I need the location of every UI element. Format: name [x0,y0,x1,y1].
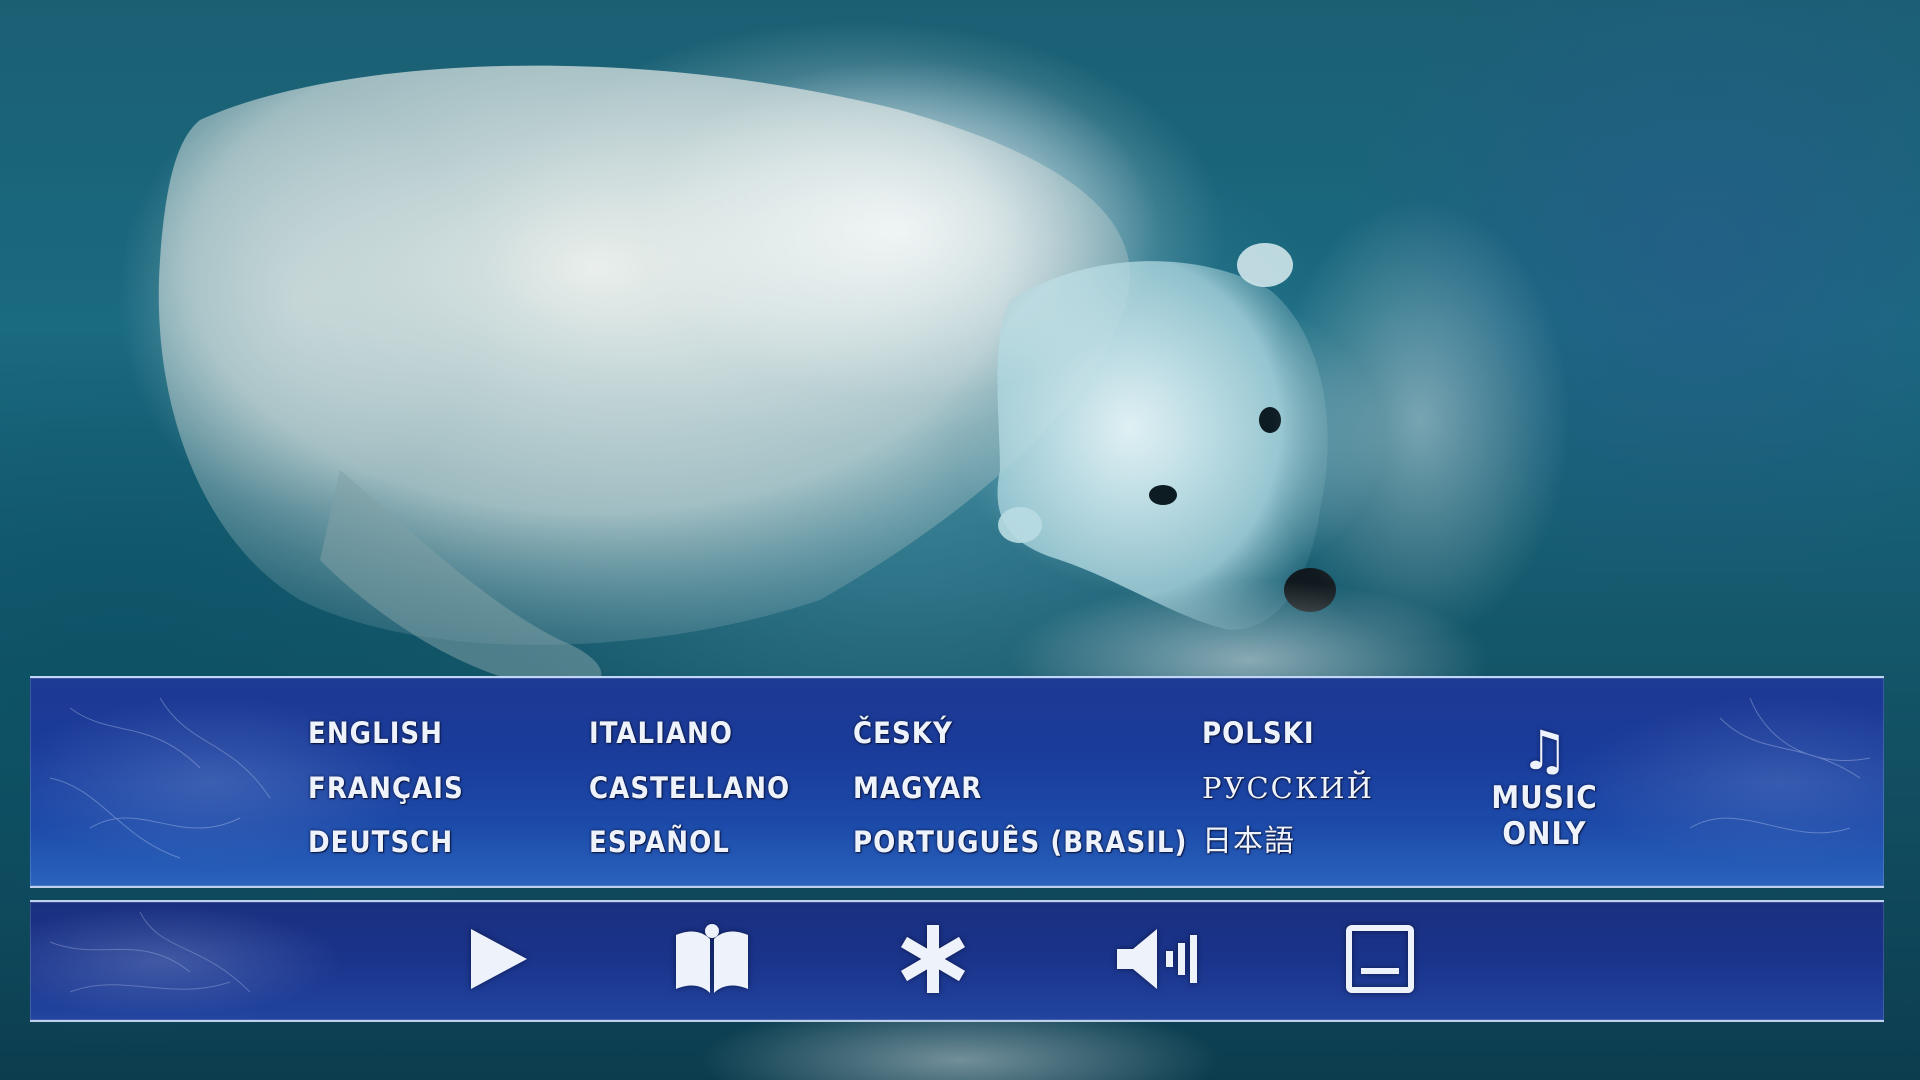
subtitles-button[interactable] [1337,916,1423,1002]
language-cesky[interactable]: ČESKÝ [853,716,953,750]
language-portugues-brasil[interactable]: PORTUGUÊS (BRASIL) [853,825,1187,859]
language-italiano[interactable]: ITALIANO [589,716,733,750]
extras-button[interactable] [890,916,976,1002]
music-only-label: MUSIC ONLY [1491,780,1598,852]
play-icon [471,929,527,989]
language-francais[interactable]: FRANÇAIS [308,771,464,805]
play-button[interactable] [454,916,540,1002]
audio-setup-button[interactable] [1113,916,1199,1002]
language-russkiy[interactable]: РУССКИЙ [1202,771,1374,805]
subtitles-icon [1346,925,1414,993]
open-book-icon [676,924,748,993]
language-nihongo[interactable]: 日本語 [1202,825,1295,859]
language-polski[interactable]: POLSKI [1202,716,1315,750]
music-only-button[interactable]: ♫ MUSIC ONLY [1462,719,1627,853]
music-note-icon: ♫ [1520,719,1569,782]
asterisk-icon [900,925,966,993]
language-deutsch[interactable]: DEUTSCH [308,825,453,859]
chapters-button[interactable] [669,916,755,1002]
speaker-icon [1117,929,1197,989]
language-castellano[interactable]: CASTELLANO [589,771,790,805]
language-english[interactable]: ENGLISH [308,716,443,750]
language-magyar[interactable]: MAGYAR [853,771,982,805]
language-espanol[interactable]: ESPAÑOL [589,825,730,859]
